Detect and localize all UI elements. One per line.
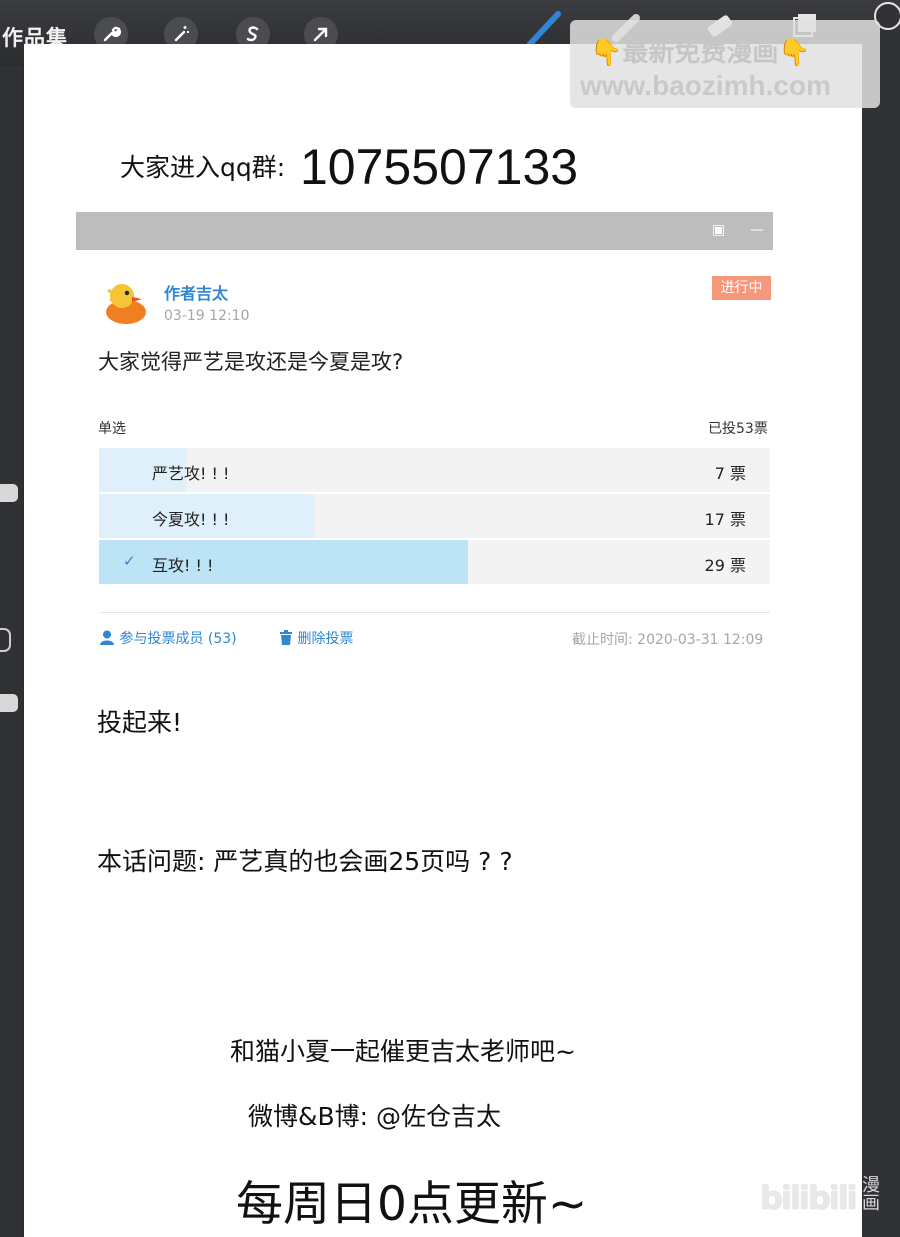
poll-option-label: 严艺攻! ! ! [152,464,230,483]
participants-label: 参与投票成员 (53) [119,631,237,647]
qq-group-label: 大家进入qq群: [120,153,286,182]
avatar [106,284,146,324]
minimize-icon[interactable]: — [750,222,764,238]
comment-icon[interactable]: ▣ [712,222,725,238]
check-icon: ✓ [123,552,136,570]
logo-sub: 漫画 [859,1175,880,1211]
poll-window-titlebar: ▣ — [76,212,773,250]
divider [99,612,770,613]
watermark-url: www.baozimh.com [580,70,831,101]
poll-option-label: 互攻! ! ! [152,556,214,575]
poll-option[interactable]: 严艺攻! ! ! 7 票 [99,448,770,492]
poll-option-label: 今夏攻! ! ! [152,510,230,529]
poll-option[interactable]: 今夏攻! ! ! 17 票 [99,494,770,538]
poll-options: 严艺攻! ! ! 7 票 今夏攻! ! ! 17 票 ✓ 互攻! ! ! 29 … [99,448,770,586]
qq-group-number: 1075507133 [300,139,579,195]
delete-vote-link[interactable]: 删除投票 [279,628,353,648]
bilibili-comics-logo: bilibili 漫画 [760,1175,885,1225]
modify-button[interactable] [0,628,11,652]
opacity-slider-handle[interactable] [0,694,18,712]
body-line-question: 本话问题: 严艺真的也会画25页吗 ? ? [97,847,513,876]
poll-question: 大家觉得严艺是攻还是今夏是攻? [98,350,404,374]
participants-link[interactable]: 参与投票成员 (53) [99,628,237,648]
status-badge: 进行中 [712,276,771,300]
poll-mode: 单选 [98,421,126,437]
post-time: 03-19 12:10 [164,308,250,324]
body-line-vote-call: 投起来! [97,708,183,737]
poll-deadline: 截止时间: 2020-03-31 12:09 [572,632,764,648]
watermark: 👇最新免费漫画👇 www.baozimh.com [570,20,880,108]
body-line-schedule: 每周日0点更新~ [236,1177,588,1232]
watermark-title: 最新免费漫画 [622,38,779,68]
poll-option-votes: 29 票 [704,556,746,575]
brush-icon[interactable] [524,8,564,48]
pointing-hand-icon: 👇 [590,38,623,68]
brush-size-slider-handle[interactable] [0,484,18,502]
pointing-hand-icon: 👇 [778,38,811,68]
body-line-weibo: 微博&B博: @佐仓吉太 [248,1102,502,1131]
poll-total: 已投53票 [708,421,768,437]
person-icon [100,630,114,645]
author-name[interactable]: 作者吉太 [164,280,228,304]
logo-main: bilibili [760,1179,858,1217]
poll-option[interactable]: ✓ 互攻! ! ! 29 票 [99,540,770,584]
poll-option-votes: 17 票 [704,510,746,529]
delete-vote-label: 删除投票 [297,631,354,647]
poll-option-votes: 7 票 [714,464,746,483]
right-margin [860,30,900,1237]
body-line-urge: 和猫小夏一起催更吉太老师吧~ [230,1037,576,1066]
trash-icon [280,630,292,645]
